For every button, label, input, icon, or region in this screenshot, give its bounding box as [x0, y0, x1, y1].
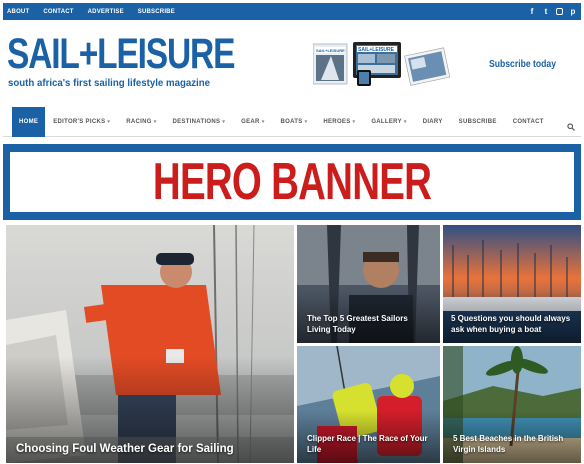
chevron-down-icon: ▾	[222, 118, 226, 125]
article-title: 5 Questions you should always ask when b…	[451, 314, 571, 334]
main-nav: HOME EDITOR'S PICKS ▾ RACING ▾ DESTINATION…	[3, 106, 581, 137]
pinterest-icon[interactable]: p	[569, 7, 577, 16]
top-link-advertise[interactable]: ADVERTISE	[88, 9, 124, 15]
nav-gallery[interactable]: GALLERY ▾	[363, 107, 414, 136]
nav-racing[interactable]: RACING ▾	[118, 107, 164, 136]
top-links: ABOUT CONTACT ADVERTISE SUBSCRIBE	[7, 9, 189, 15]
chevron-down-icon: ▾	[153, 118, 157, 125]
chevron-down-icon: ▾	[304, 118, 308, 125]
magazine-masthead-left: SAIL+LEISURE	[316, 48, 345, 53]
search-icon[interactable]	[567, 118, 575, 131]
article-tile-foul-weather-gear[interactable]: Choosing Foul Weather Gear for Sailing	[6, 225, 294, 463]
magazine-covers-image[interactable]: SAIL+LEISURE SAIL+LEISURE	[313, 42, 453, 86]
nav-subscribe[interactable]: SUBSCRIBE	[451, 107, 505, 136]
article-title: 5 Best Beaches in the British Virgin Isl…	[453, 434, 564, 454]
magazine-masthead-tablet: SAIL+LEISURE	[358, 47, 395, 53]
instagram-icon[interactable]	[556, 8, 563, 15]
nav-diary[interactable]: DIARY	[415, 107, 451, 136]
nav-destinations[interactable]: DESTINATIONS ▾	[165, 107, 234, 136]
site-tagline: south africa's first sailing lifestyle m…	[8, 77, 211, 89]
nav-home[interactable]: HOME	[12, 106, 46, 137]
article-title: Clipper Race | The Race of Your Life	[307, 434, 428, 454]
article-tile-buying-a-boat[interactable]: 5 Questions you should always ask when b…	[443, 225, 581, 343]
hero-banner-text: HERO BANNER	[152, 153, 432, 211]
chevron-down-icon: ▾	[403, 118, 407, 125]
hero-banner[interactable]: HERO BANNER	[3, 144, 581, 220]
chevron-down-icon: ▾	[352, 118, 356, 125]
top-bar: ABOUT CONTACT ADVERTISE SUBSCRIBE f t p	[3, 3, 581, 20]
social-links: f t p	[528, 7, 577, 16]
chevron-down-icon: ▾	[261, 118, 265, 125]
top-link-subscribe[interactable]: SUBSCRIBE	[138, 9, 175, 15]
top-link-about[interactable]: ABOUT	[7, 9, 29, 15]
top-link-contact[interactable]: CONTACT	[43, 9, 73, 15]
article-tile-bvi-beaches[interactable]: 5 Best Beaches in the British Virgin Isl…	[443, 346, 581, 463]
hero-banner-inner: HERO BANNER	[10, 152, 574, 212]
nav-editors-picks[interactable]: EDITOR'S PICKS ▾	[45, 107, 118, 136]
nav-boats[interactable]: BOATS ▾	[273, 107, 316, 136]
site-logo[interactable]: SAIL+LEISURE	[7, 29, 235, 79]
facebook-icon[interactable]: f	[528, 7, 536, 16]
article-tile-clipper-race[interactable]: Clipper Race | The Race of Your Life	[297, 346, 440, 463]
article-title: Choosing Foul Weather Gear for Sailing	[16, 442, 234, 455]
twitter-icon[interactable]: t	[542, 7, 550, 16]
subscribe-today-link[interactable]: Subscribe today	[489, 58, 556, 70]
article-title: The Top 5 Greatest Sailors Living Today	[307, 314, 408, 334]
article-tile-greatest-sailors[interactable]: The Top 5 Greatest Sailors Living Today	[297, 225, 440, 343]
chevron-down-icon: ▾	[107, 118, 111, 125]
nav-contact[interactable]: CONTACT	[505, 107, 552, 136]
nav-gear[interactable]: GEAR ▾	[233, 107, 272, 136]
nav-heroes[interactable]: HEROES ▾	[315, 107, 363, 136]
